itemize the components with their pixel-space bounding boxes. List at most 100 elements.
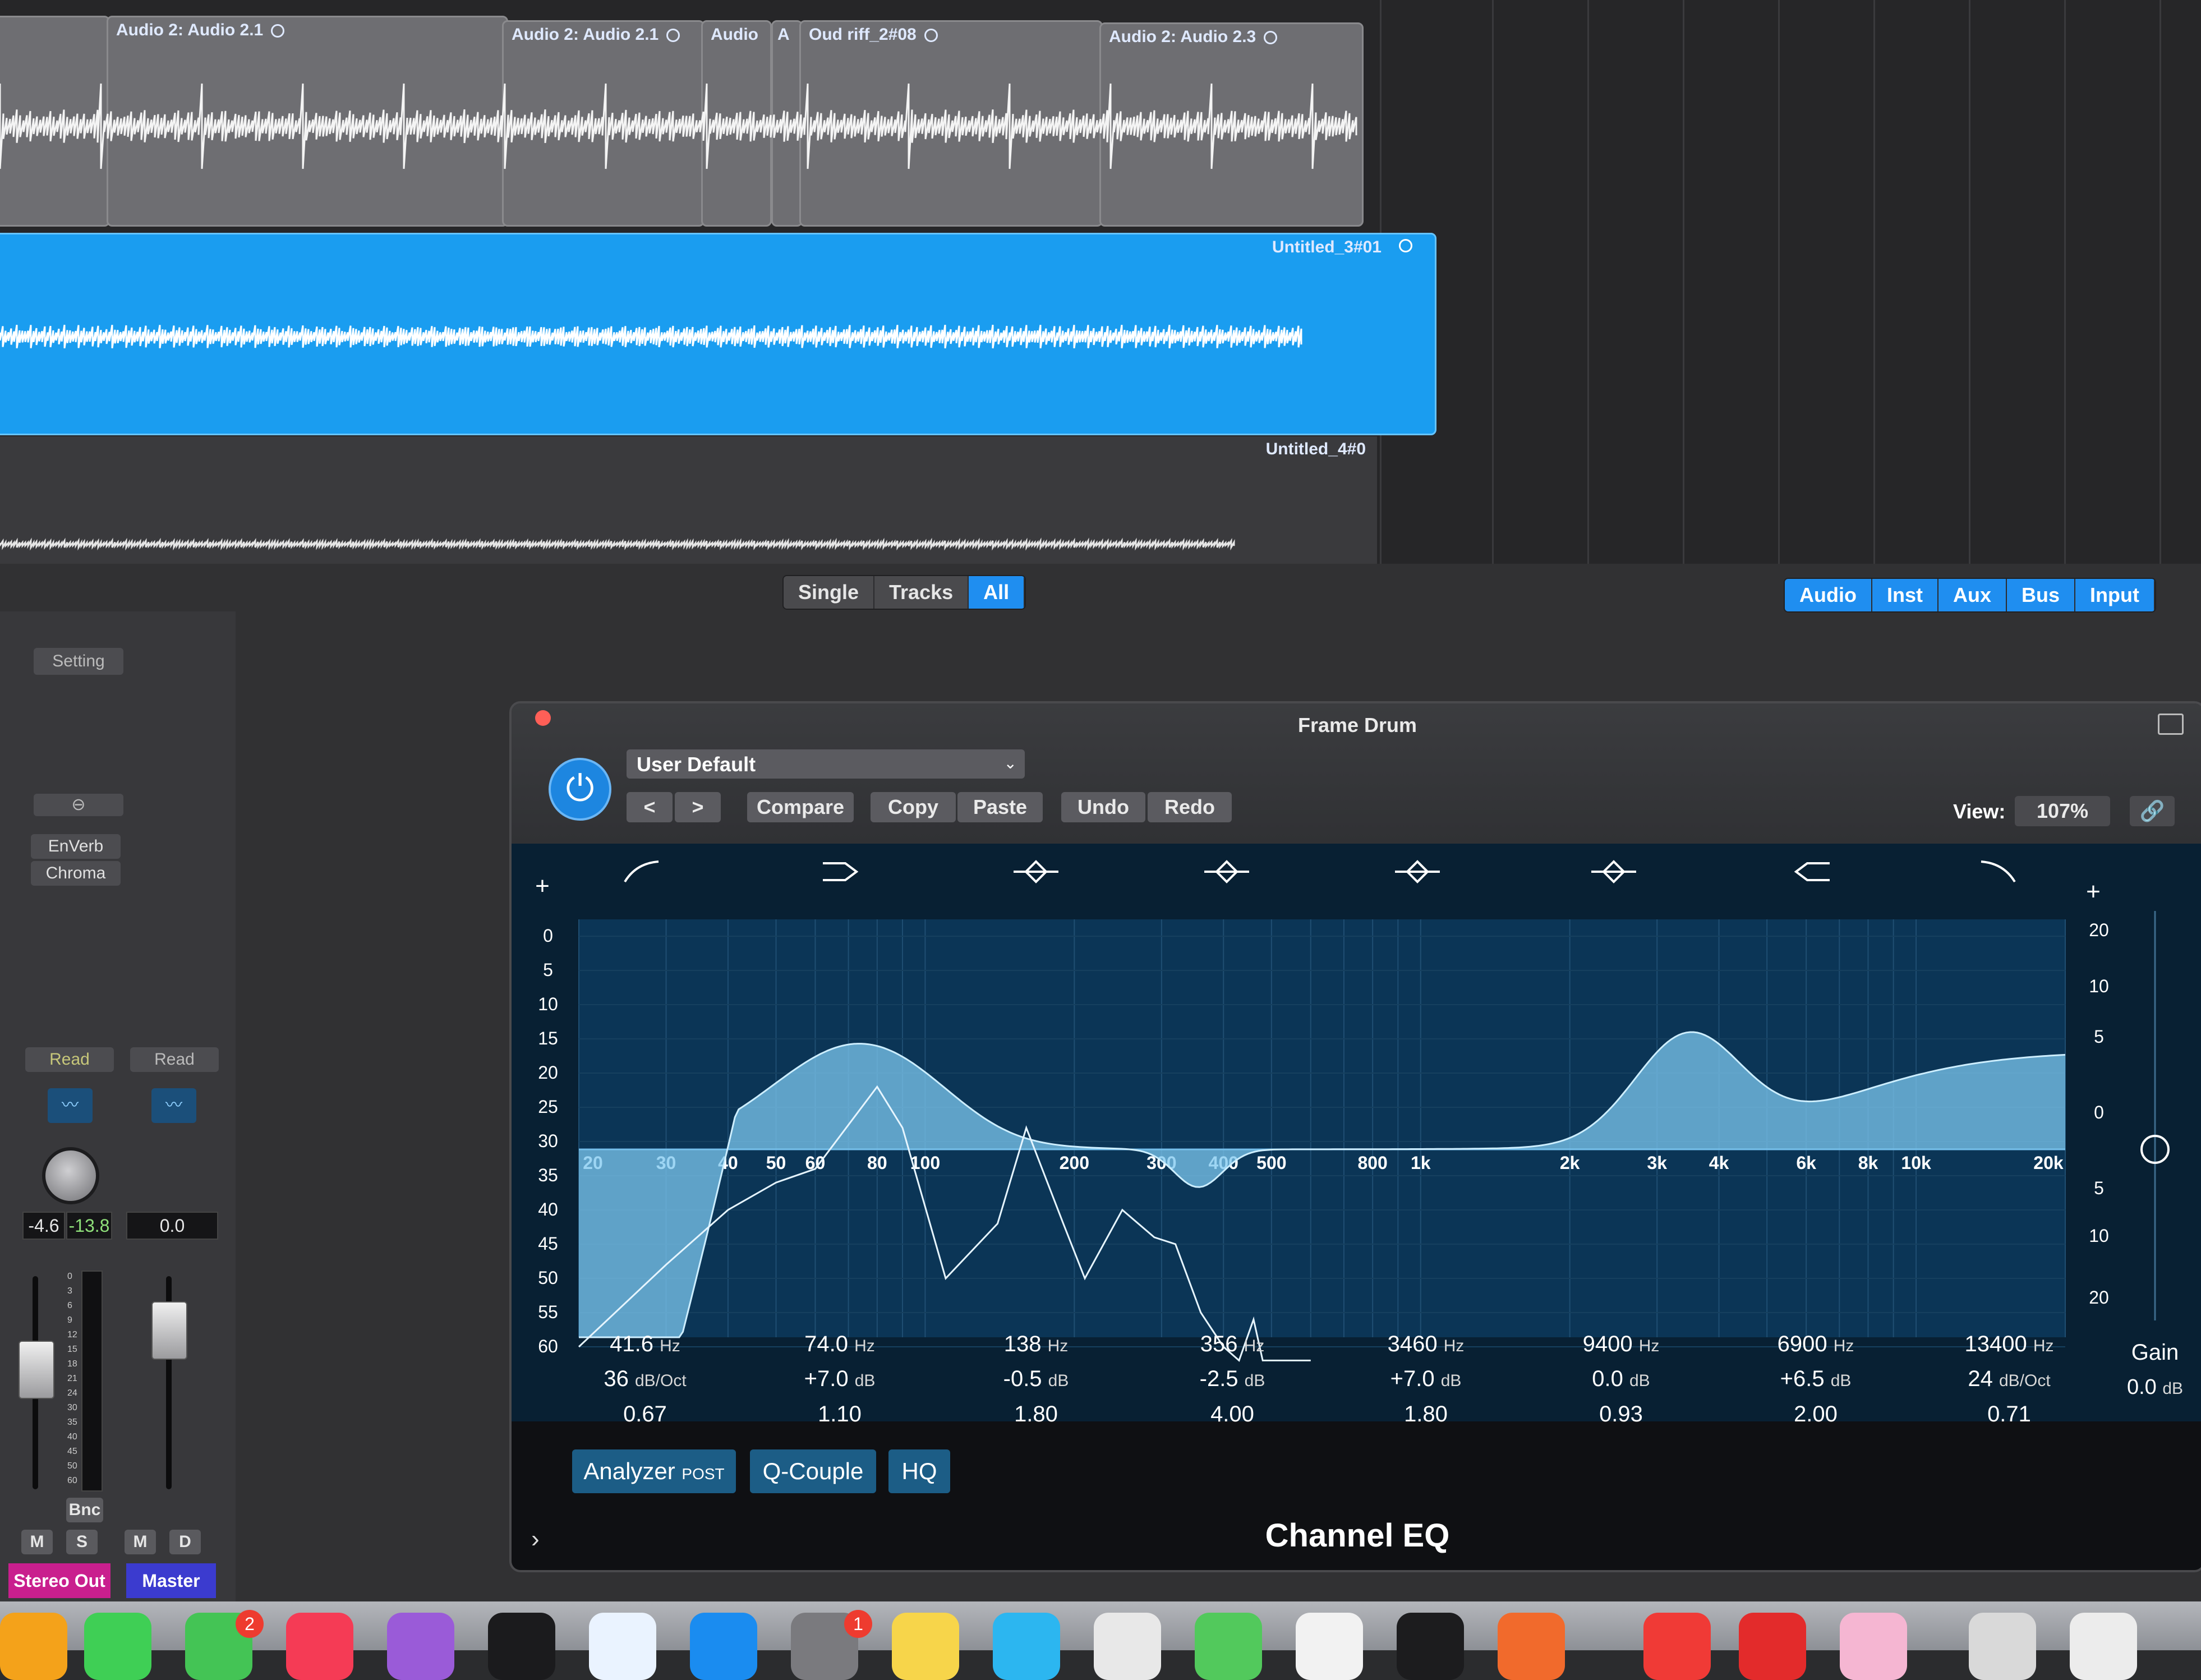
filter-input[interactable]: Input bbox=[2075, 579, 2155, 611]
volume-fader-right[interactable] bbox=[151, 1301, 187, 1360]
band-gain[interactable]: 36 dB/Oct bbox=[572, 1366, 718, 1392]
band-gain[interactable]: -2.5 dB bbox=[1159, 1366, 1305, 1392]
app-icon[interactable] bbox=[1094, 1613, 1161, 1680]
band-gain[interactable]: 24 dB/Oct bbox=[1936, 1366, 2082, 1392]
dim-button-right[interactable]: D bbox=[169, 1530, 201, 1554]
app-icon[interactable] bbox=[0, 1613, 67, 1680]
filter-audio[interactable]: Audio bbox=[1785, 579, 1872, 611]
strip-name-stereo-out[interactable]: Stereo Out bbox=[8, 1563, 110, 1598]
tab-tracks[interactable]: Tracks bbox=[874, 576, 969, 609]
band-gain[interactable]: +7.0 dB bbox=[1353, 1366, 1499, 1392]
automation-mode-left[interactable]: Read bbox=[25, 1047, 114, 1072]
band-frequency[interactable]: 9400 Hz bbox=[1548, 1332, 1694, 1357]
band-q[interactable]: 0.93 bbox=[1548, 1402, 1694, 1427]
tab-all[interactable]: All bbox=[969, 576, 1025, 609]
podcasts-icon[interactable] bbox=[387, 1613, 454, 1680]
gain-scale-label: 5 bbox=[2094, 1178, 2104, 1198]
band-gain[interactable]: +7.0 dB bbox=[767, 1366, 913, 1392]
band-gain[interactable]: 0.0 dB bbox=[1548, 1366, 1694, 1392]
band-q[interactable]: 1.80 bbox=[1353, 1402, 1499, 1427]
band-frequency[interactable]: 6900 Hz bbox=[1743, 1332, 1889, 1357]
filter-inst[interactable]: Inst bbox=[1872, 579, 1938, 611]
peak-readout-left: -13.8 bbox=[66, 1212, 112, 1240]
link-icon[interactable]: 🔗 bbox=[2130, 796, 2175, 826]
tv-icon[interactable] bbox=[488, 1613, 555, 1680]
notes-icon[interactable] bbox=[892, 1613, 959, 1680]
band-frequency[interactable]: 138 Hz bbox=[963, 1332, 1109, 1357]
window-expand-icon[interactable] bbox=[2158, 714, 2184, 735]
band-frequency[interactable]: 41.6 Hz bbox=[572, 1332, 718, 1357]
tab-single[interactable]: Single bbox=[784, 576, 875, 609]
compare-button[interactable]: Compare bbox=[747, 792, 854, 822]
app-icon[interactable] bbox=[2070, 1613, 2137, 1680]
meter-scale-tick: 6 bbox=[67, 1301, 72, 1310]
undo-button[interactable]: Undo bbox=[1061, 792, 1145, 822]
waveform-icon[interactable]: 〰 bbox=[151, 1088, 196, 1123]
app-icon[interactable] bbox=[1969, 1613, 2036, 1680]
band-gain[interactable]: +6.5 dB bbox=[1743, 1366, 1889, 1392]
plugin-slot-chroma[interactable]: Chroma bbox=[31, 861, 121, 886]
band-frequency[interactable]: 13400 Hz bbox=[1936, 1332, 2082, 1357]
low-shelf-icon[interactable] bbox=[823, 862, 859, 881]
app-icon[interactable] bbox=[1643, 1613, 1711, 1680]
app-store-icon[interactable] bbox=[690, 1613, 757, 1680]
band-frequency[interactable]: 74.0 Hz bbox=[767, 1332, 913, 1357]
bell-icon[interactable] bbox=[1591, 860, 1636, 883]
band-q[interactable]: 4.00 bbox=[1159, 1402, 1305, 1427]
music-icon[interactable] bbox=[286, 1613, 353, 1680]
gain-scale-label: 20 bbox=[2089, 1287, 2109, 1308]
filter-bus[interactable]: Bus bbox=[2007, 579, 2076, 611]
master-gain-value[interactable]: 0.0 dB bbox=[2113, 1375, 2197, 1400]
bounce-button[interactable]: Bnc bbox=[66, 1498, 103, 1522]
grid-line bbox=[1587, 0, 1589, 564]
garageband-icon[interactable] bbox=[1498, 1613, 1565, 1680]
band-q[interactable]: 1.80 bbox=[963, 1402, 1109, 1427]
band-q[interactable]: 2.00 bbox=[1743, 1402, 1889, 1427]
messages-icon[interactable] bbox=[84, 1613, 151, 1680]
previous-preset-button[interactable]: < bbox=[627, 792, 673, 822]
low-cut-icon[interactable] bbox=[624, 860, 659, 883]
hq-button[interactable]: HQ bbox=[888, 1449, 950, 1493]
safari-icon[interactable] bbox=[589, 1613, 656, 1680]
plugin-slot-enverb[interactable]: EnVerb bbox=[31, 834, 121, 859]
band-q[interactable]: 1.10 bbox=[767, 1402, 913, 1427]
link-icon[interactable]: ⊖ bbox=[34, 794, 123, 816]
bell-icon[interactable] bbox=[1204, 860, 1249, 883]
solo-button-left[interactable]: S bbox=[66, 1530, 98, 1554]
view-zoom-select[interactable]: 107% bbox=[2015, 796, 2110, 826]
analyzer-button[interactable]: Analyzer POST bbox=[572, 1449, 736, 1493]
redo-button[interactable]: Redo bbox=[1148, 792, 1232, 822]
meter-scale-tick: 50 bbox=[67, 1461, 77, 1471]
bell-icon[interactable] bbox=[1395, 860, 1440, 883]
high-shelf-icon[interactable] bbox=[1794, 862, 1830, 881]
next-preset-button[interactable]: > bbox=[675, 792, 721, 822]
preset-dropdown[interactable]: User Default ⌄ bbox=[627, 749, 1025, 779]
app-icon[interactable] bbox=[1739, 1613, 1806, 1680]
power-icon[interactable]: ⏻ bbox=[549, 758, 611, 821]
mute-button-left[interactable]: M bbox=[21, 1530, 53, 1554]
copy-button[interactable]: Copy bbox=[871, 792, 956, 822]
volume-fader-left[interactable] bbox=[19, 1341, 54, 1399]
band-gain[interactable]: -0.5 dB bbox=[963, 1366, 1109, 1392]
meter-scale-tick: 3 bbox=[67, 1286, 72, 1296]
setting-button[interactable]: Setting bbox=[34, 648, 123, 675]
high-cut-icon[interactable] bbox=[1981, 860, 2016, 883]
waveform-icon[interactable]: 〰 bbox=[48, 1088, 93, 1123]
band-frequency[interactable]: 3460 Hz bbox=[1353, 1332, 1499, 1357]
band-q[interactable]: 0.67 bbox=[572, 1402, 718, 1427]
app-icon[interactable] bbox=[1296, 1613, 1363, 1680]
app-icon[interactable] bbox=[1397, 1613, 1464, 1680]
band-frequency[interactable]: 356 Hz bbox=[1159, 1332, 1305, 1357]
skype-icon[interactable] bbox=[993, 1613, 1060, 1680]
band-q[interactable]: 0.71 bbox=[1936, 1402, 2082, 1427]
bell-icon[interactable] bbox=[1014, 860, 1058, 883]
paste-button[interactable]: Paste bbox=[957, 792, 1043, 822]
automation-mode-right[interactable]: Read bbox=[130, 1047, 219, 1072]
q-couple-button[interactable]: Q-Couple bbox=[750, 1449, 876, 1493]
mute-button-right[interactable]: M bbox=[125, 1530, 156, 1554]
app-icon[interactable] bbox=[1195, 1613, 1262, 1680]
strip-name-master[interactable]: Master bbox=[126, 1563, 216, 1598]
pan-knob[interactable] bbox=[42, 1147, 99, 1204]
filter-aux[interactable]: Aux bbox=[1938, 579, 2007, 611]
app-icon[interactable] bbox=[1840, 1613, 1907, 1680]
